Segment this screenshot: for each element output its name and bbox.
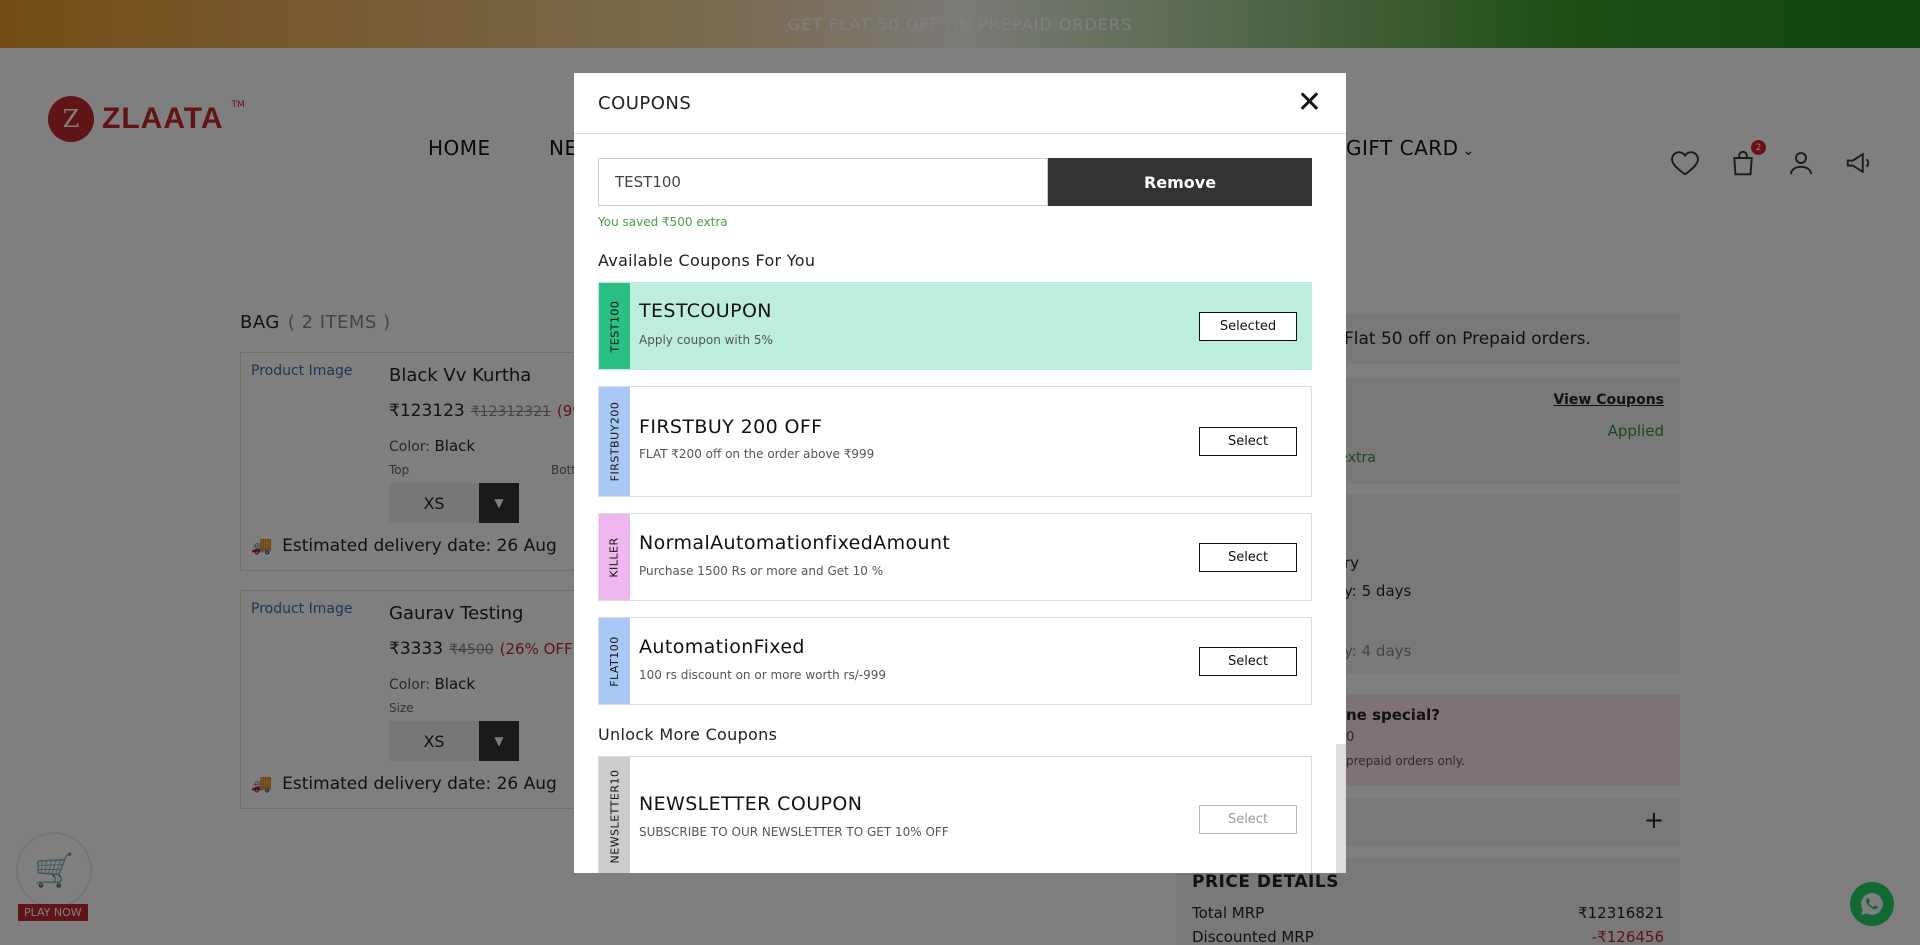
coupons-modal: COUPONS ✕ Remove You saved ₹500 extra Av… xyxy=(574,73,1346,873)
unlock-coupons-title: Unlock More Coupons xyxy=(598,725,778,744)
coupon-title: AutomationFixed xyxy=(639,636,805,658)
coupon-code: TEST100 xyxy=(608,300,621,352)
modal-header: COUPONS ✕ xyxy=(574,73,1346,134)
coupon-selected-button[interactable]: Selected xyxy=(1199,312,1297,341)
available-coupons-title: Available Coupons For You xyxy=(598,251,816,270)
coupon-title: TESTCOUPON xyxy=(639,300,772,322)
modal-scrollbar[interactable] xyxy=(1336,134,1346,873)
coupon-title: NEWSLETTER COUPON xyxy=(639,793,863,815)
coupon-description: Purchase 1500 Rs or more and Get 10 % xyxy=(639,564,884,578)
coupon-card-locked[interactable]: NEWSLETTER10 NEWSLETTER COUPON SUBSCRIBE… xyxy=(598,756,1312,873)
coupon-select-button[interactable]: Select xyxy=(1199,427,1297,456)
coupon-description: 100 rs discount on or more worth rs/-999 xyxy=(639,668,887,682)
coupon-card[interactable]: KILLER NormalAutomationfixedAmount Purch… xyxy=(598,513,1312,601)
saved-message: You saved ₹500 extra xyxy=(598,215,728,229)
coupon-code-input[interactable] xyxy=(598,158,1048,206)
modal-body: Remove You saved ₹500 extra Available Co… xyxy=(598,158,1312,873)
coupon-code: KILLER xyxy=(608,536,621,578)
coupon-code: NEWSLETTER10 xyxy=(608,769,622,863)
coupon-card[interactable]: FLAT100 AutomationFixed 100 rs discount … xyxy=(598,617,1312,705)
coupon-code-tag: FIRSTBUY200 xyxy=(599,387,630,496)
coupon-code-tag: NEWSLETTER10 xyxy=(599,757,630,873)
coupon-description: SUBSCRIBE TO OUR NEWSLETTER TO GET 10% O… xyxy=(639,825,949,839)
coupon-code: FLAT100 xyxy=(608,635,621,687)
coupon-description: Apply coupon with 5% xyxy=(639,333,773,347)
coupon-title: NormalAutomationfixedAmount xyxy=(639,532,951,554)
coupon-card[interactable]: FIRSTBUY200 FIRSTBUY 200 OFF FLAT ₹200 o… xyxy=(598,386,1312,497)
coupon-description: FLAT ₹200 off on the order above ₹999 xyxy=(639,447,875,461)
modal-title: COUPONS xyxy=(598,92,692,114)
coupon-code-tag: FLAT100 xyxy=(599,618,630,704)
coupon-input-row: Remove xyxy=(598,158,1312,206)
coupon-code-tag: TEST100 xyxy=(599,283,630,369)
coupon-card[interactable]: TEST100 TESTCOUPON Apply coupon with 5% … xyxy=(598,282,1312,370)
coupon-select-button[interactable]: Select xyxy=(1199,543,1297,572)
coupon-select-button-disabled[interactable]: Select xyxy=(1199,805,1297,834)
coupon-title: FIRSTBUY 200 OFF xyxy=(639,416,823,438)
coupon-select-button[interactable]: Select xyxy=(1199,647,1297,676)
coupon-code: FIRSTBUY200 xyxy=(608,401,622,482)
scroll-thumb[interactable] xyxy=(1336,744,1346,873)
close-icon[interactable]: ✕ xyxy=(1297,88,1322,118)
remove-coupon-button[interactable]: Remove xyxy=(1048,158,1312,206)
coupon-code-tag: KILLER xyxy=(599,514,630,600)
